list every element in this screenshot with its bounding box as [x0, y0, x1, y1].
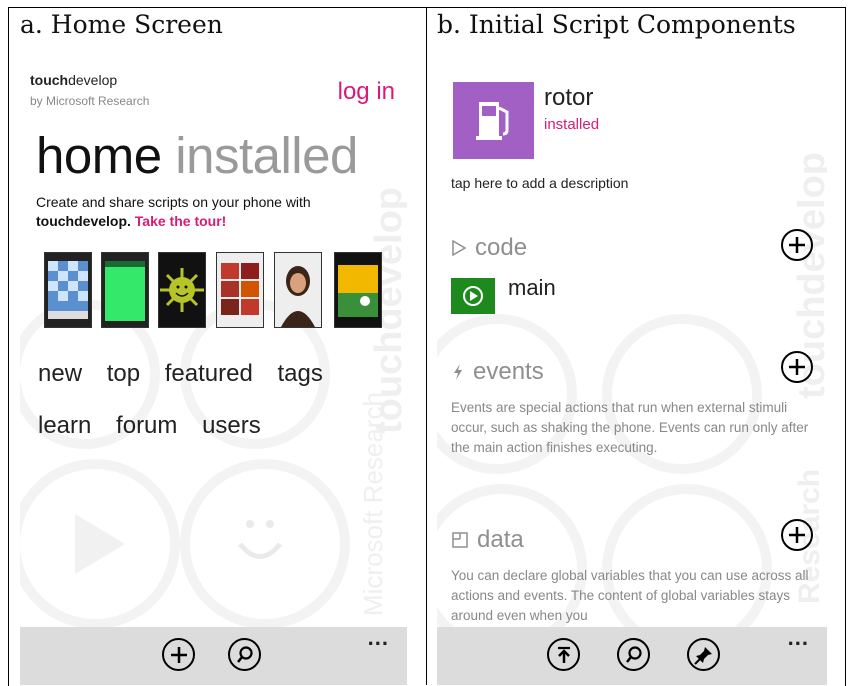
nav-forum[interactable]: forum	[116, 412, 177, 439]
thumbnail-portrait[interactable]	[274, 252, 322, 328]
brand-bold: touch	[30, 72, 69, 88]
pivot-home[interactable]: home	[36, 127, 162, 184]
nav-learn[interactable]: learn	[38, 412, 91, 439]
thumbnail-puzzle[interactable]	[44, 252, 92, 328]
watermark-microsoft-research: Microsoft Research	[358, 392, 388, 616]
thumbnail-photo-grid[interactable]	[216, 252, 264, 328]
pin-icon	[693, 646, 712, 665]
code-section-header[interactable]: code	[451, 234, 527, 262]
play-icon	[463, 286, 483, 306]
add-event-button[interactable]	[781, 351, 813, 383]
plus-circle-icon	[170, 646, 187, 663]
upload-icon	[557, 646, 570, 663]
nav-users[interactable]: users	[202, 412, 261, 439]
search-icon	[625, 645, 642, 663]
brand-subtitle: by Microsoft Research	[30, 94, 150, 108]
caption-script-components: b. Initial Script Components	[437, 10, 796, 39]
featured-thumbnails	[44, 252, 384, 328]
script-status: installed	[544, 116, 600, 133]
gas-pump-icon	[476, 102, 509, 140]
events-description: Events are special actions that run when…	[451, 400, 809, 455]
nav-featured[interactable]: featured	[165, 360, 253, 387]
script-tile[interactable]	[453, 82, 534, 159]
pivot-header: home installed	[36, 126, 358, 185]
publish-button[interactable]	[547, 638, 580, 671]
home-screen: touchdevelop Microsoft Research touchdev…	[20, 54, 407, 685]
data-table-icon	[452, 532, 468, 548]
nav-row-1: new top featured tags	[38, 360, 341, 388]
script-screen: touchdevelop Research rotor installed ta…	[437, 54, 827, 685]
tagline-text: Create and share scripts on your phone w…	[36, 194, 311, 210]
tagline: Create and share scripts on your phone w…	[36, 193, 386, 231]
add-script-button[interactable]	[162, 638, 195, 671]
main-action-label: main	[508, 275, 556, 300]
more-menu[interactable]: ...	[368, 625, 389, 651]
login-link[interactable]: log in	[338, 78, 395, 106]
take-tour-link[interactable]: Take the tour!	[135, 213, 227, 229]
nav-row-2: learn forum users	[38, 412, 279, 440]
thumbnail-soccer[interactable]	[334, 252, 382, 328]
app-bar: ...	[20, 625, 407, 685]
main-action-tile[interactable]	[451, 278, 495, 314]
nav-tags[interactable]: tags	[278, 360, 323, 387]
code-section-label: code	[475, 234, 528, 261]
search-button[interactable]	[617, 638, 650, 671]
pin-button[interactable]	[687, 638, 720, 671]
brand-logo: touchdevelop	[30, 72, 117, 88]
data-section-label: data	[477, 526, 524, 553]
nav-new[interactable]: new	[38, 360, 82, 387]
data-section-header[interactable]: data	[451, 526, 524, 554]
tagline-brand: touchdevelop	[36, 213, 128, 229]
plus-circle-icon	[789, 237, 805, 253]
play-outline-icon	[452, 239, 467, 257]
plus-circle-icon	[789, 359, 805, 375]
brand-rest: develop	[68, 72, 118, 88]
add-action-button[interactable]	[781, 229, 813, 261]
script-name: rotor	[544, 84, 594, 111]
caption-home-screen: a. Home Screen	[20, 10, 223, 39]
app-bar: ...	[437, 625, 827, 685]
tagline-dot: .	[127, 213, 135, 229]
bg-smiley-icon	[238, 520, 282, 559]
add-description-hint[interactable]: tap here to add a description	[451, 175, 628, 191]
search-icon	[236, 645, 253, 663]
data-description: You can declare global variables that yo…	[451, 568, 809, 623]
pivot-installed[interactable]: installed	[175, 127, 358, 184]
search-button[interactable]	[228, 638, 261, 671]
bg-play-icon	[75, 514, 125, 574]
thumbnail-sun[interactable]	[158, 252, 206, 328]
lightning-icon	[454, 364, 462, 380]
more-menu[interactable]: ...	[788, 625, 809, 651]
add-variable-button[interactable]	[781, 519, 813, 551]
column-divider	[426, 7, 427, 685]
thumbnail-green[interactable]	[101, 252, 149, 328]
plus-circle-icon	[789, 527, 805, 543]
events-section-header[interactable]: events	[451, 358, 544, 386]
nav-top[interactable]: top	[107, 360, 140, 387]
events-section-label: events	[473, 358, 544, 385]
